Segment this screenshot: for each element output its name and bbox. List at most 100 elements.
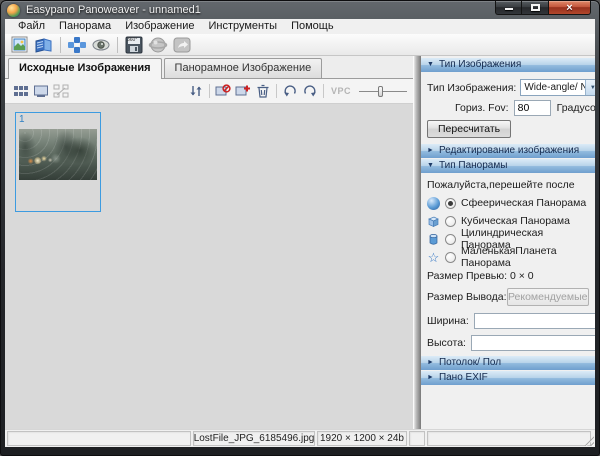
fov-row: Гориз. Fov: Градусов: [421, 100, 595, 116]
section-pano-exif[interactable]: ► Пано EXIF: [421, 371, 595, 385]
image-type-row: Тип Изображения: Wide-angle/ N ▼: [421, 79, 595, 96]
cube-icon: [427, 215, 440, 228]
window-controls: ×: [495, 1, 591, 15]
height-label: Высота:: [427, 337, 466, 349]
image-toolbar-right: VPC: [186, 82, 407, 100]
save-badge-label: 360°: [127, 36, 138, 43]
preview-size-value: 0 × 0: [510, 270, 534, 282]
fov-unit-label: Градусов: [556, 102, 595, 114]
chevron-down-icon: ▼: [427, 61, 434, 68]
menu-help[interactable]: Помощь: [284, 19, 341, 34]
minimize-icon: [504, 8, 513, 10]
left-pane: Исходные Изображения Панорамное Изображе…: [5, 56, 413, 429]
image-type-value: Wide-angle/ N: [524, 82, 586, 93]
title-bar: Easypano Panoweaver - unnamed1 ×: [1, 1, 599, 19]
radio-cubic[interactable]: [445, 215, 456, 227]
thumbnail-item[interactable]: 1: [15, 112, 101, 212]
main-toolbar: 360°: [5, 34, 595, 56]
toolbar-separator: [60, 36, 61, 53]
thumbnail-view-icon[interactable]: [11, 82, 31, 100]
thumbnail-area: 1: [5, 104, 413, 429]
slider-handle[interactable]: [378, 86, 384, 97]
panorama-type-note: Пожалуйста,перешейте после: [427, 179, 575, 191]
section-ceiling-floor[interactable]: ► Потолок/ Пол: [421, 356, 595, 370]
toolbar-separator: [208, 84, 210, 98]
sphere-icon: [427, 196, 440, 210]
open-image-icon[interactable]: [9, 35, 31, 55]
menu-image[interactable]: Изображение: [118, 19, 201, 34]
open-project-icon[interactable]: [33, 35, 55, 55]
close-icon: ×: [566, 1, 573, 14]
status-bar: LostFile_JPG_6185496.jpg 1920 × 1200 × 2…: [5, 429, 595, 447]
large-view-icon[interactable]: [31, 82, 51, 100]
dropdown-arrow-icon[interactable]: ▼: [585, 80, 595, 95]
status-dimensions: 1920 × 1200 × 24b: [317, 431, 407, 446]
chevron-right-icon: ►: [427, 374, 434, 381]
width-input[interactable]: [473, 313, 595, 329]
preview-icon[interactable]: [90, 35, 112, 55]
window-title: Easypano Panoweaver - unnamed1: [26, 4, 201, 16]
share-icon[interactable]: [171, 35, 193, 55]
radio-little-planet[interactable]: [445, 251, 456, 263]
recommended-button[interactable]: Рекомендуемые: [506, 288, 589, 306]
section-panorama-type[interactable]: ▼ Тип Панорамы: [421, 159, 595, 173]
zoom-slider[interactable]: [359, 84, 407, 98]
radio-cylindrical[interactable]: [445, 233, 456, 245]
delete-image-icon[interactable]: [253, 82, 273, 100]
image-toolbar: VPC: [5, 79, 413, 104]
cylinder-icon: [427, 233, 440, 246]
minimize-button[interactable]: [495, 1, 522, 15]
chevron-right-icon: ►: [427, 359, 434, 366]
height-row: Высота:: [421, 332, 595, 354]
compare-view-icon[interactable]: [51, 82, 71, 100]
output-size-row: Размер Вывода: Рекомендуемые: [421, 284, 595, 310]
fov-label: Гориз. Fov:: [455, 102, 509, 114]
maximize-button[interactable]: [522, 1, 549, 15]
close-button[interactable]: ×: [549, 1, 591, 15]
panel-splitter[interactable]: [413, 56, 421, 429]
status-filename: LostFile_JPG_6185496.jpg: [193, 431, 315, 446]
tab-source-images[interactable]: Исходные Изображения: [8, 58, 162, 79]
toolbar-separator: [322, 84, 324, 98]
menu-tools[interactable]: Инструменты: [201, 19, 284, 34]
content-area: Исходные Изображения Панорамное Изображе…: [5, 56, 595, 429]
stitch-icon[interactable]: [66, 35, 88, 55]
client-area: Файл Панорама Изображение Инструменты По…: [5, 19, 595, 447]
pano-type-spherical[interactable]: Сфеерическая Панорама: [421, 194, 595, 212]
section-image-type[interactable]: ▼ Тип Изображения: [421, 58, 595, 72]
settings-panel: ▼ Тип Изображения Тип Изображения: Wide-…: [421, 56, 595, 429]
status-cell-small: [409, 431, 425, 446]
toolbar-separator: [275, 84, 277, 98]
toolbar-separator: [117, 36, 118, 53]
tab-panoramic-image[interactable]: Панорамное Изображение: [163, 58, 323, 78]
section-image-editing[interactable]: ► Редактирование изображения: [421, 144, 595, 158]
rotate-cw-icon[interactable]: [300, 82, 320, 100]
publish-icon[interactable]: [147, 35, 169, 55]
fov-input[interactable]: [513, 100, 551, 116]
menu-panorama[interactable]: Панорама: [52, 19, 118, 34]
chevron-right-icon: ►: [427, 147, 434, 154]
width-label: Ширина:: [427, 315, 469, 327]
thumbnail-index: 1: [19, 114, 25, 125]
menu-bar: Файл Панорама Изображение Инструменты По…: [5, 19, 595, 34]
pano-type-little-planet[interactable]: ☆ МаленькаяПланета Панорама: [421, 245, 595, 269]
chevron-down-icon: ▼: [427, 162, 434, 169]
preview-size-label: Размер Превью:: [427, 270, 508, 282]
exclude-image-icon[interactable]: [213, 82, 233, 100]
status-cell-fill: [427, 431, 591, 446]
image-type-label: Тип Изображения:: [427, 81, 517, 94]
sort-icon[interactable]: [186, 82, 206, 100]
vpc-button[interactable]: VPC: [327, 86, 355, 96]
app-window: Easypano Panoweaver - unnamed1 × Файл Па…: [0, 0, 600, 456]
image-type-select[interactable]: Wide-angle/ N ▼: [520, 79, 595, 96]
app-logo-icon[interactable]: [7, 3, 20, 17]
width-row: Ширина:: [421, 310, 595, 332]
recalculate-button[interactable]: Пересчитать: [427, 120, 512, 138]
menu-file[interactable]: Файл: [11, 19, 52, 34]
radio-spherical[interactable]: [445, 197, 456, 209]
rotate-ccw-icon[interactable]: [280, 82, 300, 100]
save-panorama-icon[interactable]: 360°: [123, 35, 145, 55]
little-planet-icon: ☆: [427, 249, 440, 265]
add-image-icon[interactable]: [233, 82, 253, 100]
height-input[interactable]: [470, 335, 595, 351]
